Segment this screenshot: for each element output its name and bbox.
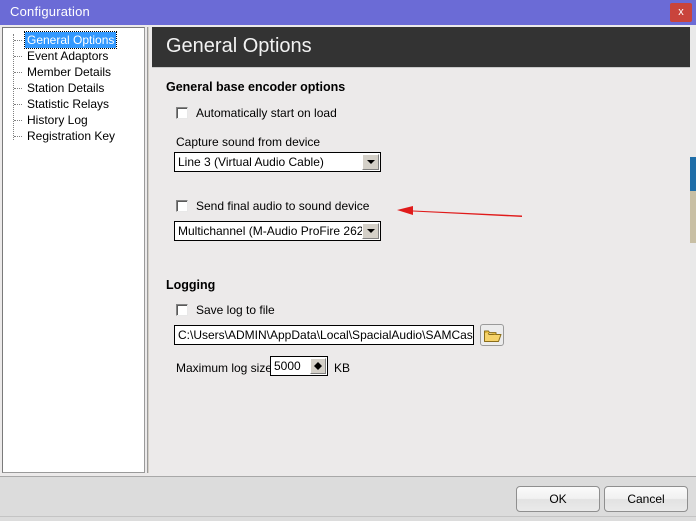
background-window-sliver: [690, 25, 696, 485]
send-final-audio-label: Send final audio to sound device: [196, 199, 370, 213]
save-log-label: Save log to file: [196, 303, 275, 317]
section-title-logging: Logging: [166, 278, 216, 292]
page-title: General Options: [166, 35, 312, 57]
tree-elbow-icon: [14, 72, 22, 74]
cancel-button[interactable]: Cancel: [604, 486, 688, 512]
folder-icon: [484, 330, 502, 342]
section-title-encoder: General base encoder options: [166, 80, 346, 94]
sidebar-item-label: Member Details: [27, 65, 112, 79]
sidebar-item-event-adaptors[interactable]: Event Adaptors: [3, 48, 144, 64]
browse-folder-button[interactable]: [480, 324, 504, 346]
ok-button[interactable]: OK: [516, 486, 600, 512]
sidebar-item-label: Registration Key: [27, 129, 116, 143]
content-header: General Options: [152, 27, 690, 67]
sidebar-item-label: History Log: [27, 113, 88, 127]
tree-elbow-icon: [14, 104, 22, 106]
auto-start-label: Automatically start on load: [196, 106, 337, 120]
auto-start-checkbox-row[interactable]: Automatically start on load: [176, 106, 337, 120]
save-log-checkbox-row[interactable]: Save log to file: [176, 303, 275, 317]
stepper-arrows-icon[interactable]: [310, 358, 326, 374]
output-device-combobox[interactable]: Multichannel (M-Audio ProFire 2626): [174, 221, 381, 241]
capture-device-value: Line 3 (Virtual Audio Cable): [178, 155, 324, 169]
tree-elbow-icon: [14, 40, 22, 42]
sidebar-item-station-details[interactable]: Station Details: [3, 80, 144, 96]
window-title: Configuration: [10, 4, 90, 19]
max-log-size-label: Maximum log size: [176, 361, 273, 375]
content-panel: General base encoder options Automatical…: [152, 67, 690, 473]
send-final-audio-checkbox-row[interactable]: Send final audio to sound device: [176, 199, 369, 213]
sidebar-item-statistic-relays[interactable]: Statistic Relays: [3, 96, 144, 112]
configuration-dialog: Configuration x General Options Event Ad…: [0, 0, 696, 521]
tree-elbow-icon: [14, 56, 22, 58]
tree-elbow-icon: [14, 88, 22, 90]
dialog-footer: OK Cancel: [0, 476, 696, 521]
send-final-audio-checkbox[interactable]: [176, 200, 188, 212]
max-log-size-value: 5000: [274, 359, 301, 373]
auto-start-checkbox[interactable]: [176, 107, 188, 119]
sidebar-item-general-options[interactable]: General Options: [3, 31, 144, 49]
log-path-input[interactable]: C:\Users\ADMIN\AppData\Local\SpacialAudi…: [174, 325, 474, 345]
chevron-down-icon[interactable]: [362, 154, 379, 170]
max-log-size-unit: KB: [334, 361, 351, 375]
background-window-blue-strip: [690, 157, 696, 191]
sidebar-item-label: Event Adaptors: [27, 49, 109, 63]
chevron-down-icon[interactable]: [362, 223, 379, 239]
output-device-value: Multichannel (M-Audio ProFire 2626): [178, 224, 362, 238]
sidebar-item-registration-key[interactable]: Registration Key: [3, 128, 144, 144]
panel-splitter-line: [147, 27, 149, 473]
close-icon[interactable]: x: [670, 3, 692, 22]
save-log-checkbox[interactable]: [176, 304, 188, 316]
sidebar-item-label: General Options: [23, 31, 118, 49]
sidebar-item-label: Statistic Relays: [27, 97, 110, 111]
tree-elbow-icon: [14, 136, 22, 138]
background-window-tan-strip: [690, 191, 696, 243]
capture-device-label: Capture sound from device: [176, 135, 321, 149]
sidebar-item-history-log[interactable]: History Log: [3, 112, 144, 128]
max-log-size-stepper[interactable]: 5000: [270, 356, 328, 376]
tree-elbow-icon: [14, 120, 22, 122]
navigation-tree: General Options Event Adaptors Member De…: [3, 28, 144, 144]
navigation-tree-panel: General Options Event Adaptors Member De…: [2, 27, 145, 473]
sidebar-item-member-details[interactable]: Member Details: [3, 64, 144, 80]
title-bar: Configuration x: [0, 0, 696, 25]
sidebar-item-label: Station Details: [27, 81, 105, 95]
capture-device-combobox[interactable]: Line 3 (Virtual Audio Cable): [174, 152, 381, 172]
